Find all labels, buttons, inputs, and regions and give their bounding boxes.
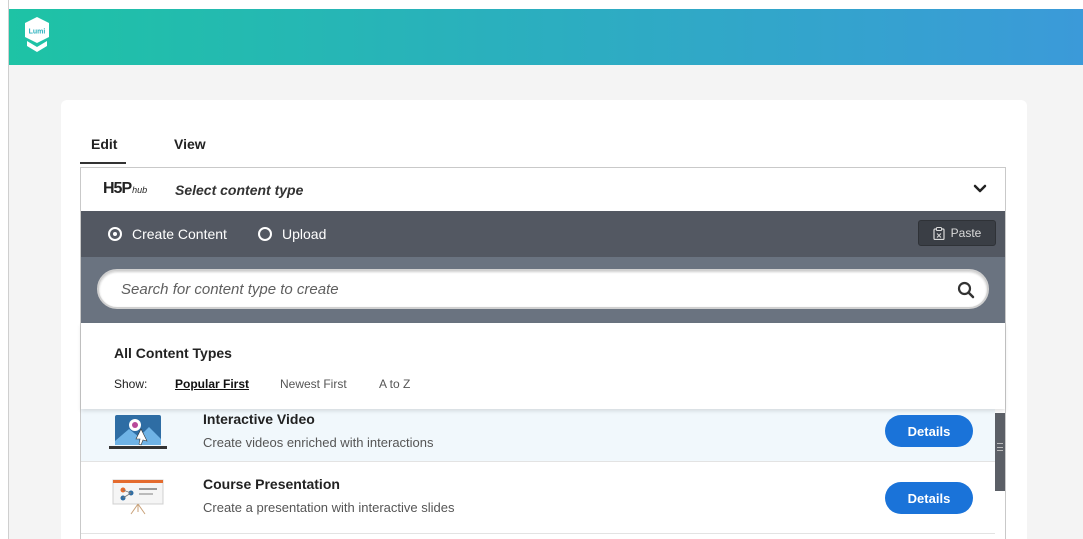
search-input[interactable] (97, 269, 989, 309)
tab-view[interactable]: View (174, 134, 206, 164)
create-content-radio[interactable]: Create Content (108, 225, 227, 243)
upload-label: Upload (282, 226, 327, 242)
h5p-hub: H5Phub Select content type Create Conten… (80, 167, 1006, 539)
create-content-label: Create Content (132, 226, 227, 242)
item-description: Create videos enriched with interactions (203, 435, 434, 450)
content-type-list: Interactive Video Create videos enriched… (81, 409, 1005, 539)
list-scrollbar[interactable] (995, 413, 1005, 491)
h5p-logo-sub: hub (132, 185, 148, 195)
lumi-logo-icon[interactable]: Lumi (23, 15, 51, 55)
sort-newest-first[interactable]: Newest First (280, 377, 347, 391)
tab-edit[interactable]: Edit (80, 134, 126, 164)
h5p-logo-main: H5P (103, 180, 132, 197)
details-button[interactable]: Details (885, 415, 973, 447)
top-bar: Lumi (9, 9, 1083, 65)
sort-popular-first[interactable]: Popular First (175, 377, 249, 391)
upload-radio[interactable]: Upload (258, 225, 326, 243)
lumi-logo-text: Lumi (29, 29, 46, 36)
list-item[interactable]: Course Presentation Create a presentatio… (81, 462, 995, 534)
search-bar (81, 257, 1005, 323)
course-presentation-icon (112, 479, 164, 515)
details-button[interactable]: Details (885, 482, 973, 514)
hub-header[interactable]: H5Phub Select content type (81, 168, 1005, 211)
editor-tabs: Edit View (80, 134, 380, 164)
scrollbar-grip-icon (997, 443, 1003, 451)
content-types-title: All Content Types (114, 345, 232, 361)
clipboard-icon (933, 226, 945, 240)
window-frame-left (0, 0, 9, 539)
window-frame-top (0, 0, 1083, 9)
content-types-header: All Content Types Show: Popular First Ne… (81, 323, 1005, 409)
mode-bar: Create Content Upload Paste (81, 211, 1005, 257)
chevron-down-icon[interactable] (973, 182, 987, 196)
interactive-video-icon (109, 415, 167, 449)
radio-unchecked-icon (258, 227, 272, 241)
sort-a-to-z[interactable]: A to Z (379, 377, 410, 391)
h5p-hub-logo: H5Phub (103, 180, 147, 198)
hub-title: Select content type (175, 182, 304, 198)
paste-label: Paste (950, 226, 982, 240)
item-description: Create a presentation with interactive s… (203, 500, 455, 515)
show-label: Show: (114, 377, 148, 391)
search-icon[interactable] (957, 281, 975, 299)
item-title: Course Presentation (203, 476, 340, 492)
item-title: Interactive Video (203, 411, 315, 427)
paste-button[interactable]: Paste (918, 220, 996, 246)
radio-checked-icon (108, 227, 122, 241)
list-item[interactable]: Interactive Video Create videos enriched… (81, 409, 995, 462)
